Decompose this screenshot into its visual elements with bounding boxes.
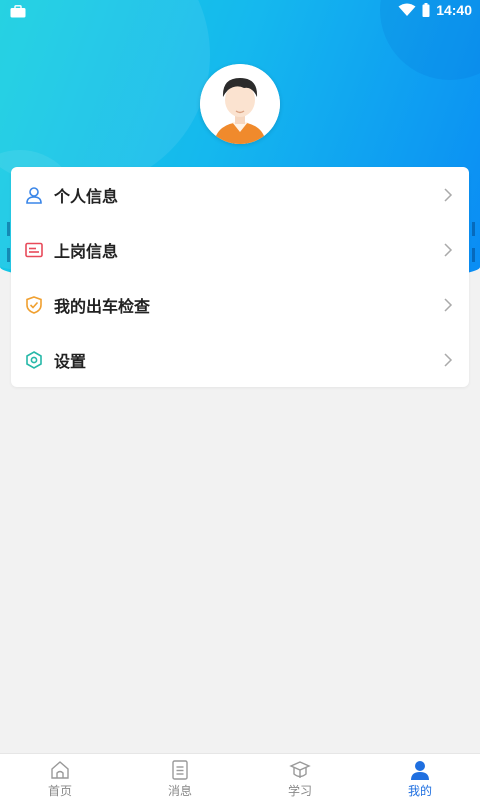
chevron-right-icon (444, 188, 453, 202)
person-icon (26, 187, 42, 204)
graduation-cap-icon (289, 761, 311, 778)
card-icon (25, 242, 43, 258)
menu-card: 个人信息 上岗信息 我的出车检查 设置 (11, 167, 469, 387)
chevron-right-icon (444, 243, 453, 257)
tab-label: 学习 (287, 784, 312, 798)
user-icon (411, 761, 429, 780)
avatar[interactable] (200, 64, 280, 144)
decorative-dash (7, 222, 10, 236)
wifi-icon (398, 3, 416, 16)
tab-messages[interactable]: 消息 (120, 754, 240, 800)
menu-item-personal-info[interactable]: 个人信息 (11, 167, 469, 222)
menu-item-vehicle-check[interactable]: 我的出车检查 (11, 277, 469, 332)
tab-learning[interactable]: 学习 (240, 754, 360, 800)
home-icon (51, 761, 69, 779)
menu-item-settings[interactable]: 设置 (11, 332, 469, 387)
user-avatar-icon (200, 64, 280, 144)
tab-label: 首页 (47, 784, 72, 798)
status-bar: 14:40 (0, 0, 480, 24)
decorative-dash (7, 248, 10, 262)
decorative-dash (472, 222, 475, 236)
menu-item-label: 上岗信息 (54, 242, 119, 261)
document-icon (172, 760, 188, 780)
chevron-right-icon (444, 298, 453, 312)
tab-home[interactable]: 首页 (0, 754, 120, 800)
menu-item-label: 我的出车检查 (54, 297, 151, 316)
shield-check-icon (26, 296, 42, 314)
tab-label: 我的 (407, 784, 432, 798)
tab-mine[interactable]: 我的 (360, 754, 480, 800)
menu-item-job-info[interactable]: 上岗信息 (11, 222, 469, 277)
decorative-dash (472, 248, 475, 262)
chevron-right-icon (444, 353, 453, 367)
briefcase-icon (10, 5, 26, 18)
status-time: 14:40 (436, 2, 472, 18)
tab-label: 消息 (167, 784, 192, 798)
bottom-tab-bar: 首页 消息 学习 我的 (0, 753, 480, 800)
menu-item-label: 个人信息 (54, 187, 119, 206)
menu-item-label: 设置 (54, 352, 87, 371)
hexagon-settings-icon (26, 351, 42, 369)
battery-icon (422, 3, 430, 17)
